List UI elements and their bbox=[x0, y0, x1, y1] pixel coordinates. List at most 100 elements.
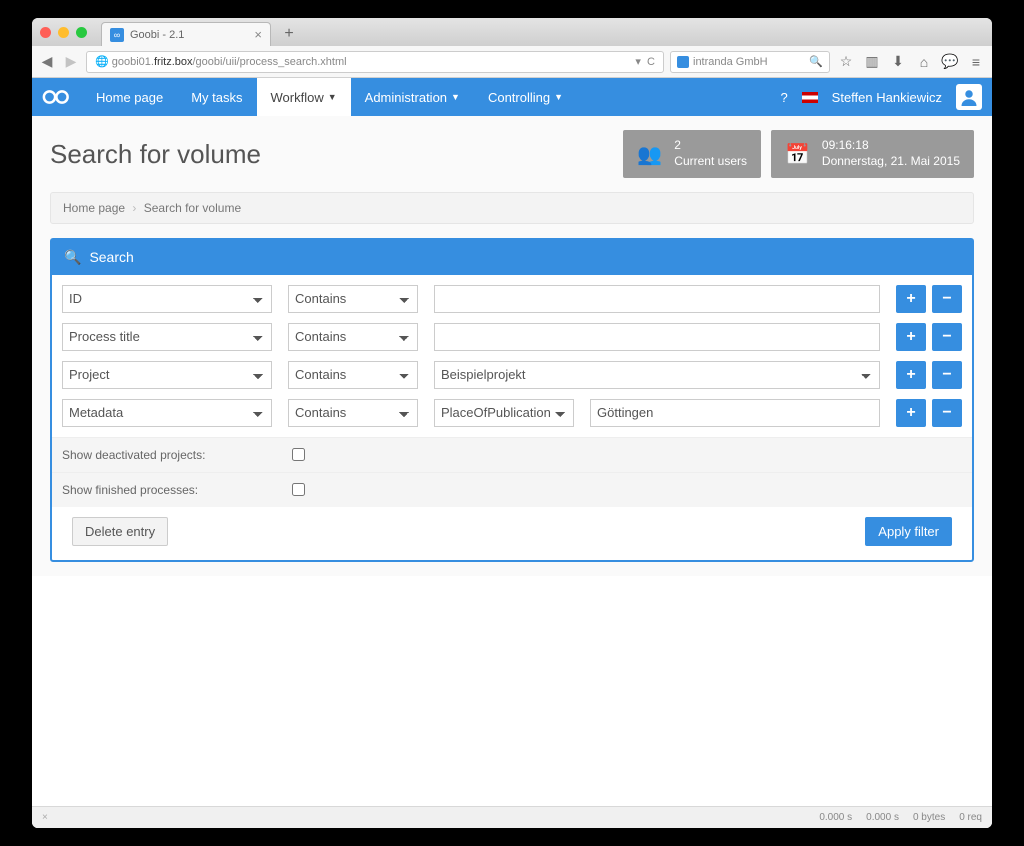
value-input[interactable] bbox=[434, 285, 880, 313]
maximize-window-icon[interactable] bbox=[76, 27, 87, 38]
app-topbar: Home page My tasks Workflow▼ Administrat… bbox=[32, 78, 992, 116]
add-row-button[interactable]: + bbox=[896, 285, 926, 313]
status-req: 0 req bbox=[959, 812, 982, 823]
chevron-down-icon: ▼ bbox=[554, 92, 563, 102]
panel-title: Search bbox=[89, 249, 133, 265]
nav-workflow[interactable]: Workflow▼ bbox=[257, 78, 351, 116]
users-label: Current users bbox=[674, 154, 747, 170]
search-icon: 🔍 bbox=[64, 249, 81, 266]
operator-select[interactable]: Contains bbox=[288, 285, 418, 313]
browser-tab[interactable]: ∞ Goobi - 2.1 × bbox=[101, 22, 271, 46]
browser-search[interactable]: intranda GmbH 🔍 bbox=[670, 51, 830, 73]
nav-back-icon[interactable]: ◀ bbox=[38, 53, 56, 70]
operator-select[interactable]: Contains bbox=[288, 361, 418, 389]
bookmark-star-icon[interactable]: ☆ bbox=[836, 53, 856, 70]
field-select[interactable]: ID bbox=[62, 285, 272, 313]
finished-checkbox[interactable] bbox=[292, 483, 305, 496]
home-icon[interactable]: ⌂ bbox=[914, 54, 934, 70]
nav-forward-icon: ▶ bbox=[62, 53, 80, 70]
downloads-icon[interactable]: ⬇ bbox=[888, 53, 908, 70]
close-window-icon[interactable] bbox=[40, 27, 51, 38]
tab-title: Goobi - 2.1 bbox=[130, 29, 184, 41]
delete-entry-button[interactable]: Delete entry bbox=[72, 517, 168, 546]
search-row: Metadata Contains PlaceOfPublication + − bbox=[62, 399, 962, 427]
breadcrumb-home[interactable]: Home page bbox=[63, 201, 125, 215]
deactivated-checkbox[interactable] bbox=[292, 448, 305, 461]
nav-admin[interactable]: Administration▼ bbox=[351, 78, 474, 116]
language-flag-icon[interactable] bbox=[802, 92, 818, 103]
field-select[interactable]: Project bbox=[62, 361, 272, 389]
reader-mode-icon[interactable]: ▾ C bbox=[635, 55, 655, 68]
status-time-1: 0.000 s bbox=[819, 812, 852, 823]
nav-tasks[interactable]: My tasks bbox=[177, 78, 256, 116]
add-row-button[interactable]: + bbox=[896, 399, 926, 427]
search-icon: 🔍 bbox=[809, 55, 823, 68]
browser-window: ∞ Goobi - 2.1 × + ◀ ▶ 🌐 goobi01.fritz.bo… bbox=[32, 18, 992, 827]
current-time: 09:16:18 bbox=[822, 138, 960, 154]
option-label: Show deactivated projects: bbox=[62, 448, 292, 462]
page-title: Search for volume bbox=[50, 139, 613, 170]
current-date: Donnerstag, 21. Mai 2015 bbox=[822, 154, 960, 170]
users-count: 2 bbox=[674, 138, 747, 154]
add-row-button[interactable]: + bbox=[896, 361, 926, 389]
window-controls bbox=[40, 27, 87, 38]
users-icon: 👥 bbox=[637, 142, 662, 167]
address-bar[interactable]: 🌐 goobi01.fritz.box/goobi/uii/process_se… bbox=[86, 51, 664, 73]
globe-icon: 🌐 bbox=[95, 55, 109, 68]
panel-header: 🔍 Search bbox=[52, 240, 972, 275]
browser-toolbar: ◀ ▶ 🌐 goobi01.fritz.box/goobi/uii/proces… bbox=[32, 46, 992, 78]
url-path: /goobi/uii/process_search.xhtml bbox=[193, 56, 347, 68]
chat-icon[interactable]: 💬 bbox=[940, 53, 960, 70]
field-select[interactable]: Metadata bbox=[62, 399, 272, 427]
browser-tab-strip: ∞ Goobi - 2.1 × + bbox=[32, 18, 992, 46]
option-row-finished: Show finished processes: bbox=[52, 472, 972, 507]
topbar-right: ? Steffen Hankiewicz bbox=[780, 84, 992, 110]
metadata-select[interactable]: PlaceOfPublication bbox=[434, 399, 574, 427]
minimize-window-icon[interactable] bbox=[58, 27, 69, 38]
library-icon[interactable]: ▥ bbox=[862, 53, 882, 70]
user-avatar-icon[interactable] bbox=[956, 84, 982, 110]
new-tab-button[interactable]: + bbox=[277, 25, 301, 43]
menu-icon[interactable]: ≡ bbox=[966, 54, 986, 70]
value-input[interactable] bbox=[590, 399, 880, 427]
operator-select[interactable]: Contains bbox=[288, 399, 418, 427]
breadcrumb-separator-icon: › bbox=[132, 201, 136, 215]
remove-row-button[interactable]: − bbox=[932, 285, 962, 313]
add-row-button[interactable]: + bbox=[896, 323, 926, 351]
nav-home[interactable]: Home page bbox=[82, 78, 177, 116]
remove-row-button[interactable]: − bbox=[932, 399, 962, 427]
status-bytes: 0 bytes bbox=[913, 812, 945, 823]
value-input[interactable] bbox=[434, 323, 880, 351]
current-user-name[interactable]: Steffen Hankiewicz bbox=[832, 90, 942, 105]
option-row-deactivated: Show deactivated projects: bbox=[52, 437, 972, 472]
url-host: fritz.box bbox=[154, 56, 193, 68]
panel-footer: Delete entry Apply filter bbox=[62, 507, 962, 548]
remove-row-button[interactable]: − bbox=[932, 323, 962, 351]
status-close-icon[interactable]: × bbox=[42, 812, 48, 823]
page-header: Search for volume 👥 2 Current users 📅 09… bbox=[32, 116, 992, 191]
search-placeholder: intranda GmbH bbox=[693, 56, 768, 68]
favicon-icon: ∞ bbox=[110, 28, 124, 42]
main-menu: Home page My tasks Workflow▼ Administrat… bbox=[82, 78, 577, 116]
breadcrumb: Home page › Search for volume bbox=[50, 192, 974, 224]
tab-close-icon[interactable]: × bbox=[254, 27, 262, 42]
status-bar: × 0.000 s 0.000 s 0 bytes 0 req bbox=[32, 806, 992, 828]
chevron-down-icon: ▼ bbox=[451, 92, 460, 102]
app-logo-icon[interactable] bbox=[32, 88, 82, 106]
status-time-2: 0.000 s bbox=[866, 812, 899, 823]
apply-filter-button[interactable]: Apply filter bbox=[865, 517, 952, 546]
help-icon[interactable]: ? bbox=[780, 90, 787, 105]
remove-row-button[interactable]: − bbox=[932, 361, 962, 389]
current-users-box[interactable]: 👥 2 Current users bbox=[623, 130, 761, 177]
datetime-box: 📅 09:16:18 Donnerstag, 21. Mai 2015 bbox=[771, 130, 974, 177]
breadcrumb-current: Search for volume bbox=[144, 201, 241, 215]
field-select[interactable]: Process title bbox=[62, 323, 272, 351]
search-panel: 🔍 Search ID Contains + − Process title C… bbox=[50, 238, 974, 562]
nav-controlling[interactable]: Controlling▼ bbox=[474, 78, 577, 116]
search-row: Project Contains Beispielprojekt + − bbox=[62, 361, 962, 389]
chevron-down-icon: ▼ bbox=[328, 92, 337, 102]
operator-select[interactable]: Contains bbox=[288, 323, 418, 351]
value-select[interactable]: Beispielprojekt bbox=[434, 361, 880, 389]
option-label: Show finished processes: bbox=[62, 483, 292, 497]
url-prefix: goobi01. bbox=[112, 56, 154, 68]
